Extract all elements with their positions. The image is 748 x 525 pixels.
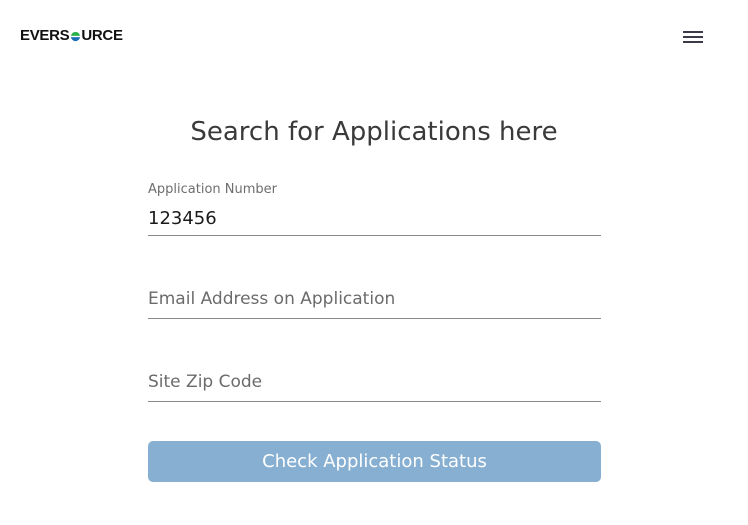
- logo-text-right: URCE: [81, 27, 123, 44]
- logo-text-left: EVERS: [20, 27, 70, 44]
- site-zip-code-field: [148, 363, 601, 403]
- page-title: Search for Applications here: [190, 117, 558, 147]
- site-zip-code-input[interactable]: [148, 363, 601, 402]
- application-number-label: Application Number: [148, 182, 277, 197]
- eversource-logo[interactable]: EVERS URCE: [20, 27, 123, 45]
- application-number-input[interactable]: [148, 202, 601, 236]
- site-header: EVERS URCE: [0, 0, 748, 75]
- email-address-field: [148, 280, 601, 320]
- application-number-field: Application Number: [148, 182, 601, 237]
- logo-o-icon: [69, 31, 81, 41]
- menu-bar: [683, 36, 703, 38]
- hamburger-menu-icon[interactable]: [680, 26, 708, 50]
- email-address-input[interactable]: [148, 280, 601, 319]
- menu-bar: [683, 41, 703, 43]
- menu-bar: [683, 31, 703, 33]
- check-application-status-button[interactable]: Check Application Status: [148, 441, 601, 482]
